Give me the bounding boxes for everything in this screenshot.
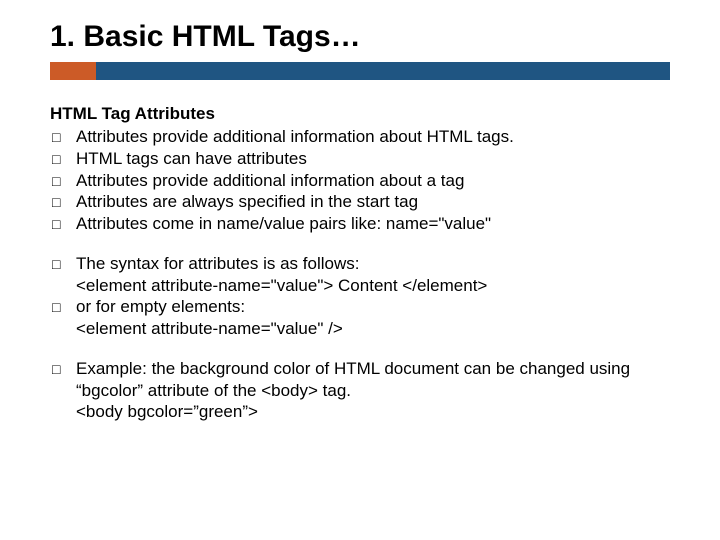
title-block: 1. Basic HTML Tags… [50,20,670,80]
list-item-line: <element attribute-name="value" /> [76,318,670,340]
list-item: Example: the background color of HTML do… [50,358,670,423]
title-underline-main [96,62,670,80]
list-item-line: or for empty elements: [76,296,670,318]
list-item-line: The syntax for attributes is as follows: [76,253,670,275]
list-item: Attributes come in name/value pairs like… [50,213,670,235]
bullet-group-2: The syntax for attributes is as follows:… [50,253,670,340]
title-underline-accent [50,62,96,80]
bullet-group-3: Example: the background color of HTML do… [50,358,670,423]
list-item-line: <body bgcolor=”green”> [76,401,670,423]
list-item-line: <element attribute-name="value"> Content… [76,275,670,297]
list-item: or for empty elements: <element attribut… [50,296,670,340]
list-item: Attributes are always specified in the s… [50,191,670,213]
list-item: Attributes provide additional informatio… [50,170,670,192]
list-item: The syntax for attributes is as follows:… [50,253,670,297]
bullet-group-1: Attributes provide additional informatio… [50,126,670,235]
list-item-line: Example: the background color of HTML do… [76,358,670,402]
slide: 1. Basic HTML Tags… HTML Tag Attributes … [0,0,720,540]
content-subheading: HTML Tag Attributes [50,104,670,124]
title-underline [50,62,670,80]
list-item: HTML tags can have attributes [50,148,670,170]
slide-title: 1. Basic HTML Tags… [50,20,670,60]
list-item: Attributes provide additional informatio… [50,126,670,148]
slide-content: HTML Tag Attributes Attributes provide a… [50,86,670,423]
